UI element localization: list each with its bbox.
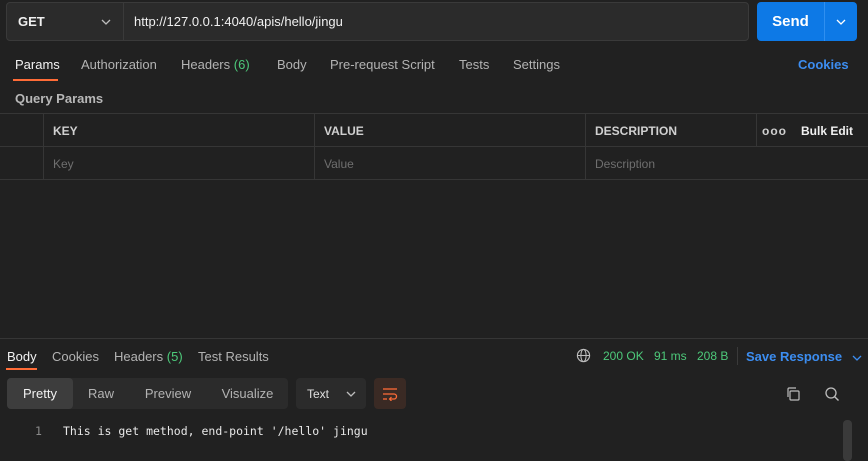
tab-pre-request-script[interactable]: Pre-request Script bbox=[330, 57, 435, 72]
view-preview-button[interactable]: Preview bbox=[129, 378, 207, 409]
tab-label: Headers bbox=[114, 349, 164, 364]
tab-label: Headers bbox=[181, 57, 231, 72]
tab-label: Tests bbox=[459, 57, 490, 72]
chevron-down-icon bbox=[852, 355, 862, 361]
response-toolbar: Pretty Raw Preview Visualize Text bbox=[0, 378, 868, 410]
query-params-title: Query Params bbox=[15, 91, 104, 106]
method-label: GET bbox=[18, 14, 45, 29]
response-time[interactable]: 91 ms bbox=[654, 349, 687, 363]
more-options-button[interactable]: ooo bbox=[756, 114, 792, 147]
copy-button[interactable] bbox=[782, 383, 804, 405]
copy-icon bbox=[787, 387, 800, 401]
send-button-group: Send bbox=[757, 2, 857, 41]
view-pretty-button[interactable]: Pretty bbox=[7, 378, 73, 409]
send-button[interactable]: Send bbox=[757, 2, 825, 41]
tab-label: Body bbox=[277, 57, 307, 72]
request-tabs: Params Authorization Headers (6) Body Pr… bbox=[0, 52, 868, 82]
vertical-scrollbar[interactable] bbox=[843, 420, 852, 461]
send-options-button[interactable] bbox=[825, 2, 857, 41]
column-header-value: VALUE bbox=[314, 114, 586, 147]
tab-headers[interactable]: Headers (6) bbox=[181, 57, 250, 72]
chevron-down-icon bbox=[101, 19, 111, 25]
tab-label: Params bbox=[15, 57, 60, 72]
tab-label: Pre-request Script bbox=[330, 57, 435, 72]
headers-count: (6) bbox=[233, 57, 250, 72]
view-mode-switch: Pretty Raw Preview Visualize bbox=[7, 378, 288, 409]
table-header-row: KEY VALUE DESCRIPTION ooo Bulk Edit bbox=[0, 114, 868, 147]
chevron-down-icon bbox=[836, 19, 846, 25]
tab-body[interactable]: Body bbox=[277, 57, 307, 72]
response-tab-test-results[interactable]: Test Results bbox=[198, 349, 269, 364]
param-description-input[interactable]: Description bbox=[585, 147, 868, 180]
request-url-group: GET http://127.0.0.1:4040/apis/hello/jin… bbox=[6, 2, 749, 41]
active-tab-indicator bbox=[6, 368, 37, 370]
param-key-input[interactable]: Key bbox=[43, 147, 315, 180]
view-raw-button[interactable]: Raw bbox=[73, 378, 129, 409]
code-line: This is get method, end-point '/hello' j… bbox=[63, 424, 368, 438]
status-badge[interactable]: 200 OK bbox=[603, 349, 644, 363]
bulk-edit-button[interactable]: Bulk Edit bbox=[792, 114, 868, 147]
response-body[interactable]: 1 This is get method, end-point '/hello'… bbox=[0, 420, 840, 461]
tab-authorization[interactable]: Authorization bbox=[81, 57, 157, 72]
url-input[interactable]: http://127.0.0.1:4040/apis/hello/jingu bbox=[124, 3, 748, 40]
view-visualize-button[interactable]: Visualize bbox=[207, 378, 288, 409]
tab-tests[interactable]: Tests bbox=[459, 57, 489, 72]
response-tab-cookies[interactable]: Cookies bbox=[52, 349, 99, 364]
tab-label: Authorization bbox=[81, 57, 157, 72]
tab-label: Settings bbox=[513, 57, 560, 72]
method-select[interactable]: GET bbox=[7, 3, 124, 40]
wrap-lines-icon bbox=[383, 387, 398, 401]
active-tab-indicator bbox=[13, 79, 58, 81]
wrap-lines-button[interactable] bbox=[374, 378, 406, 409]
request-bar: GET http://127.0.0.1:4040/apis/hello/jin… bbox=[0, 0, 868, 44]
search-button[interactable] bbox=[821, 383, 843, 405]
response-header: Body Cookies Headers (5) Test Results 20… bbox=[0, 338, 868, 372]
search-icon bbox=[825, 387, 839, 401]
tab-params[interactable]: Params bbox=[15, 57, 60, 72]
response-size[interactable]: 208 B bbox=[697, 349, 728, 363]
table-row: Key Value Description bbox=[0, 147, 868, 180]
column-header-description: DESCRIPTION bbox=[585, 114, 757, 147]
tab-settings[interactable]: Settings bbox=[513, 57, 560, 72]
format-select[interactable]: Text bbox=[296, 378, 366, 409]
format-label: Text bbox=[307, 386, 330, 401]
query-params-table: KEY VALUE DESCRIPTION ooo Bulk Edit Key … bbox=[0, 113, 868, 180]
chevron-down-icon bbox=[346, 391, 356, 397]
divider bbox=[737, 347, 738, 365]
cookies-link[interactable]: Cookies bbox=[798, 57, 849, 72]
save-response-label: Save Response bbox=[746, 349, 843, 364]
param-value-input[interactable]: Value bbox=[314, 147, 586, 180]
headers-count: (5) bbox=[166, 349, 183, 364]
line-number: 1 bbox=[35, 424, 42, 438]
globe-icon[interactable] bbox=[576, 348, 591, 363]
save-response-button[interactable]: Save Response bbox=[746, 349, 862, 364]
response-tab-headers[interactable]: Headers (5) bbox=[114, 349, 183, 364]
column-header-key: KEY bbox=[43, 114, 315, 147]
url-text: http://127.0.0.1:4040/apis/hello/jingu bbox=[134, 14, 343, 29]
response-tab-body[interactable]: Body bbox=[7, 349, 37, 364]
